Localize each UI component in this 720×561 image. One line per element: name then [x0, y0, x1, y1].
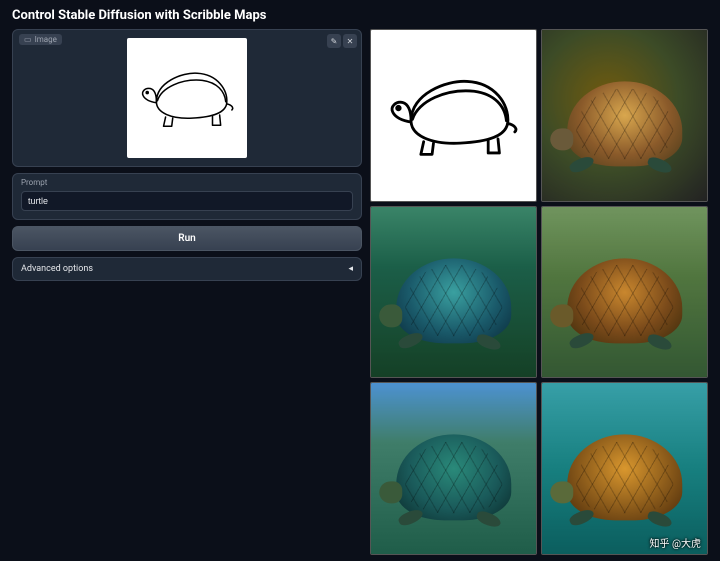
- prompt-input[interactable]: [21, 191, 353, 211]
- result-sketch: [383, 66, 523, 164]
- prompt-label: Prompt: [21, 178, 353, 187]
- result-tile-6[interactable]: 知乎 @大虎: [541, 382, 708, 555]
- image-label-text: Image: [35, 35, 57, 44]
- page-title: Control Stable Diffusion with Scribble M…: [12, 8, 708, 23]
- advanced-label: Advanced options: [21, 264, 93, 274]
- chevron-left-icon: ◂: [348, 264, 353, 274]
- clear-image-button[interactable]: ✕: [343, 34, 357, 48]
- result-tile-3[interactable]: [370, 206, 537, 379]
- watermark: 知乎 @大虎: [650, 535, 701, 550]
- left-column: ▭ Image ✎ ✕: [12, 29, 362, 555]
- pencil-icon: ✎: [331, 37, 338, 46]
- edit-image-button[interactable]: ✎: [327, 34, 341, 48]
- results-gallery: 知乎 @大虎: [370, 29, 708, 555]
- input-sketch: [136, 62, 238, 133]
- result-tile-1[interactable]: [370, 29, 537, 202]
- close-icon: ✕: [347, 37, 354, 46]
- image-panel: ▭ Image ✎ ✕: [12, 29, 362, 167]
- right-column: 知乎 @大虎: [370, 29, 708, 555]
- result-tile-2[interactable]: [541, 29, 708, 202]
- image-label-badge: ▭ Image: [19, 34, 62, 45]
- prompt-panel: Prompt: [12, 173, 362, 220]
- sketch-canvas[interactable]: [127, 38, 247, 158]
- result-tile-5[interactable]: [370, 382, 537, 555]
- image-icon: ▭: [24, 35, 32, 44]
- run-button[interactable]: Run: [12, 226, 362, 251]
- result-tile-4[interactable]: [541, 206, 708, 379]
- advanced-options-toggle[interactable]: Advanced options ◂: [12, 257, 362, 281]
